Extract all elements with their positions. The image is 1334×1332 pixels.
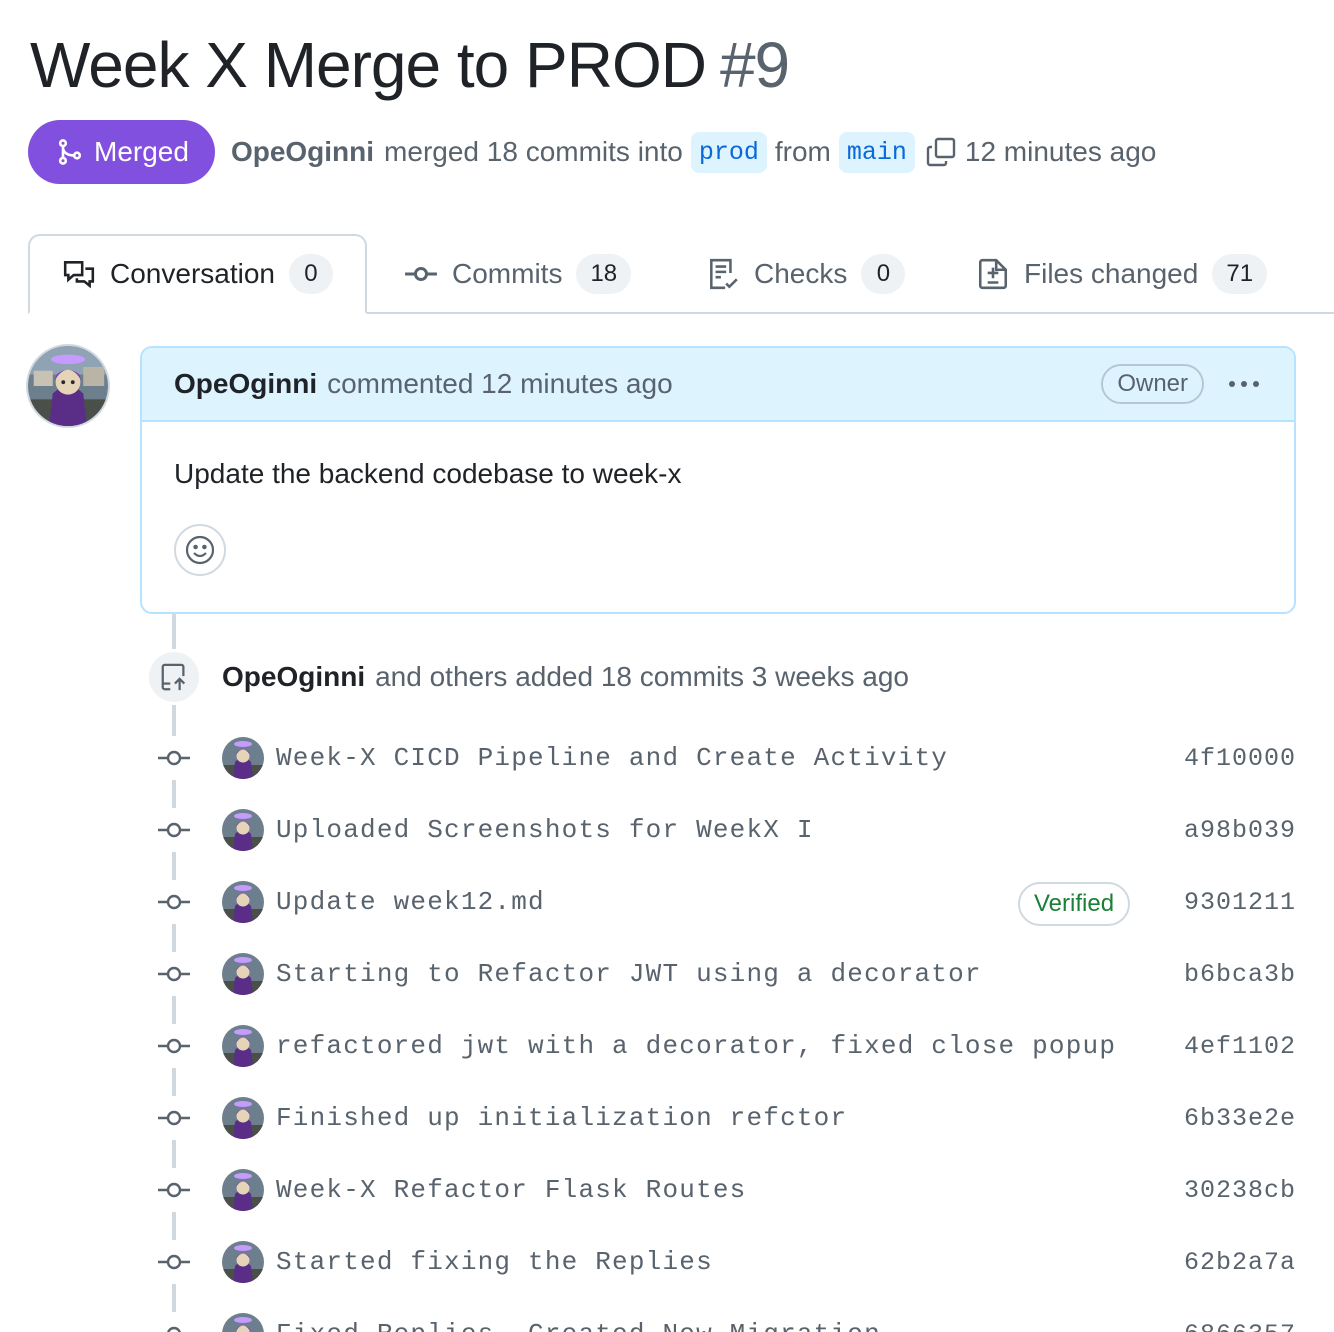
commit-sha-link[interactable]: 9301211	[1184, 888, 1296, 917]
pr-summary-text: merged 18 commits into	[384, 136, 683, 167]
commit-author-avatar[interactable]	[222, 881, 264, 923]
add-reaction-button[interactable]	[174, 524, 226, 576]
commit-message-link[interactable]: Uploaded Screenshots for WeekX I	[276, 815, 814, 845]
commit-author-avatar[interactable]	[222, 1097, 264, 1139]
commit-sha-link[interactable]: 6b33e2e	[1184, 1104, 1296, 1133]
tab-counter: 71	[1212, 254, 1268, 294]
commit-row: refactored jwt with a decorator, fixed c…	[152, 1024, 1296, 1068]
comment-header: OpeOginni commented 12 minutes ago Owner	[142, 348, 1294, 422]
owner-badge: Owner	[1101, 364, 1204, 404]
commit-sha-link[interactable]: 30238cb	[1184, 1176, 1296, 1205]
commit-sha-link[interactable]: 4ef1102	[1184, 1032, 1296, 1061]
push-author-link[interactable]: OpeOginni	[222, 661, 365, 693]
kebab-horizontal-icon[interactable]	[1226, 366, 1262, 402]
tab-label: Conversation	[110, 258, 275, 289]
commit-row: Week-X CICD Pipeline and Create Activity…	[152, 736, 1296, 780]
pr-title: Week X Merge to PROD #9	[30, 28, 790, 102]
tab-conversation[interactable]: Conversation 0	[28, 234, 367, 314]
commit-row: Uploaded Screenshots for WeekX I a98b039	[152, 808, 1296, 852]
git-commit-icon	[152, 1240, 196, 1284]
push-text: and others added 18 commits 3 weeks ago	[375, 661, 909, 692]
tab-commits[interactable]: Commits 18	[404, 234, 632, 314]
git-commit-icon	[152, 880, 196, 924]
tab-counter: 18	[576, 254, 632, 294]
commit-message-link[interactable]: refactored jwt with a decorator, fixed c…	[276, 1031, 1116, 1061]
git-commit-icon	[152, 1168, 196, 1212]
commit-row: Starting to Refactor JWT using a decorat…	[152, 952, 1296, 996]
commit-row: Finished up initialization refctor 6b33e…	[152, 1096, 1296, 1140]
tab-counter: 0	[861, 254, 906, 294]
git-commit-icon	[152, 736, 196, 780]
pr-time: 12 minutes ago	[964, 136, 1157, 167]
git-commit-icon	[405, 266, 437, 282]
git-commit-icon	[152, 1096, 196, 1140]
comment-action: commented 12 minutes ago	[327, 368, 673, 399]
commit-sha-link[interactable]: 62b2a7a	[1184, 1248, 1296, 1277]
author-avatar[interactable]	[26, 344, 110, 428]
commit-message-link[interactable]: Finished up initialization refctor	[276, 1103, 847, 1133]
git-commit-icon	[152, 952, 196, 996]
commit-sha-link[interactable]: 4f10000	[1184, 744, 1296, 773]
comment-text: Update the backend codebase to week-x	[174, 458, 682, 489]
commit-message-link[interactable]: Week-X CICD Pipeline and Create Activity	[276, 743, 948, 773]
commit-message-link[interactable]: Started fixing the Replies	[276, 1247, 713, 1277]
pr-author-link[interactable]: OpeOginni	[231, 136, 374, 168]
comment-author-link[interactable]: OpeOginni	[174, 368, 317, 400]
checklist-icon	[710, 258, 738, 290]
commit-author-avatar[interactable]	[222, 737, 264, 779]
tab-files-changed[interactable]: Files changed 71	[976, 234, 1268, 314]
commit-author-avatar[interactable]	[222, 1025, 264, 1067]
commit-sha-link[interactable]: 6866357	[1184, 1320, 1296, 1332]
repo-push-icon	[146, 649, 202, 705]
comment-discussion-icon	[63, 261, 95, 289]
commit-row: Update week12.md Verified 9301211	[152, 880, 1296, 926]
commit-row: Fixed Replies, Created New Migration 686…	[152, 1312, 1296, 1332]
commit-message-link[interactable]: Week-X Refactor Flask Routes	[276, 1175, 746, 1205]
tab-label: Files changed	[1024, 258, 1199, 289]
tab-checks[interactable]: Checks 0	[706, 234, 906, 314]
commit-sha-link[interactable]: a98b039	[1184, 816, 1296, 845]
tab-label: Commits	[452, 258, 563, 289]
pr-title-text: Week X Merge to PROD	[30, 29, 707, 101]
commit-author-avatar[interactable]	[222, 1169, 264, 1211]
tab-label: Checks	[754, 258, 848, 289]
commit-message-link[interactable]: Starting to Refactor JWT using a decorat…	[276, 959, 982, 989]
git-commit-icon	[152, 808, 196, 852]
commit-author-avatar[interactable]	[222, 953, 264, 995]
git-merge-icon	[58, 139, 82, 165]
commit-author-avatar[interactable]	[222, 1313, 264, 1332]
state-label: Merged	[94, 136, 189, 167]
head-branch[interactable]: main	[838, 131, 915, 173]
smiley-icon	[185, 535, 215, 565]
copy-icon[interactable]	[925, 136, 957, 168]
commit-author-avatar[interactable]	[222, 1241, 264, 1283]
push-event: OpeOginni and others added 18 commits 3 …	[146, 648, 909, 706]
git-commit-icon	[152, 1024, 196, 1068]
git-commit-icon	[152, 1312, 196, 1332]
pr-number: #9	[719, 29, 790, 101]
pr-description-comment: OpeOginni commented 12 minutes ago Owner…	[140, 346, 1296, 614]
commit-message-link[interactable]: Update week12.md	[276, 887, 545, 917]
commit-sha-link[interactable]: b6bca3b	[1184, 960, 1296, 989]
verified-badge[interactable]: Verified	[1018, 882, 1131, 926]
pr-meta: Merged OpeOginni merged 18 commits into …	[28, 120, 1156, 184]
commit-row: Started fixing the Replies 62b2a7a	[152, 1240, 1296, 1284]
merged-state-badge: Merged	[28, 120, 215, 184]
file-diff-icon	[978, 258, 1008, 290]
base-branch[interactable]: prod	[690, 131, 767, 173]
commit-author-avatar[interactable]	[222, 809, 264, 851]
commit-message-link[interactable]: Fixed Replies, Created New Migration	[276, 1319, 881, 1332]
pr-tabs: Conversation 0 Commits 18 Checks 0 Files…	[28, 234, 1334, 314]
comment-body: Update the backend codebase to week-x	[142, 422, 1294, 612]
tab-counter: 0	[288, 254, 333, 294]
commit-row: Week-X Refactor Flask Routes 30238cb	[152, 1168, 1296, 1212]
from-text: from	[774, 136, 831, 167]
